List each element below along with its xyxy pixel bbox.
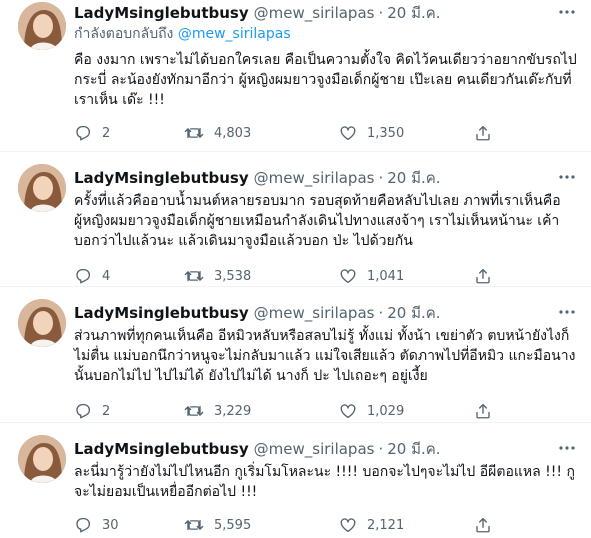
reply-button[interactable]: 2 — [74, 122, 110, 144]
avatar[interactable] — [18, 435, 66, 483]
retweet-count: 4,803 — [214, 125, 252, 141]
share-button[interactable] — [474, 265, 502, 287]
tweet-date[interactable]: 20 มี.ค. — [387, 437, 440, 461]
avatar[interactable] — [18, 299, 66, 347]
separator-dot: · — [378, 4, 384, 22]
reply-icon — [76, 125, 91, 141]
tweet-text: ละนี่มารู้ว่ายังไม่ไปไหนอีก กูเริ่มโมโหล… — [74, 464, 575, 500]
display-name[interactable]: LadyMsinglebutbusy — [74, 4, 249, 22]
retweet-count: 3,538 — [214, 268, 252, 284]
tweet-header: LadyMsinglebutbusy @mew_sirilapas · 20 ม… — [74, 438, 581, 460]
reply-count: 4 — [102, 268, 111, 284]
tweet-header: LadyMsinglebutbusy @mew_sirilapas · 20 ม… — [74, 2, 581, 24]
retweet-button[interactable]: 3,229 — [184, 400, 251, 422]
reply-count: 2 — [102, 403, 111, 419]
share-button[interactable] — [474, 400, 502, 422]
retweet-button[interactable]: 4,803 — [184, 122, 251, 144]
retweet-icon — [184, 127, 204, 139]
user-handle[interactable]: @mew_sirilapas — [254, 169, 375, 187]
separator-dot: · — [378, 304, 384, 322]
retweet-icon — [184, 270, 204, 282]
like-count: 1,350 — [367, 125, 405, 141]
tweet-actions: 4 3,538 1,041 — [74, 265, 581, 287]
user-handle[interactable]: @mew_sirilapas — [254, 440, 375, 458]
heart-icon — [340, 518, 356, 533]
reply-icon — [76, 268, 91, 284]
reply-button[interactable]: 30 — [74, 514, 119, 536]
tweet-date[interactable]: 20 มี.ค. — [387, 301, 440, 325]
tweet-date[interactable]: 20 มี.ค. — [387, 166, 440, 190]
like-count: 1,029 — [367, 403, 405, 419]
separator-dot: · — [378, 169, 384, 187]
reply-count: 2 — [102, 125, 111, 141]
replying-to-handle[interactable]: @mew_sirilapas — [178, 26, 291, 42]
tweet[interactable]: LadyMsinglebutbusy @mew_sirilapas · 20 ม… — [0, 0, 591, 152]
retweet-icon — [184, 405, 204, 417]
reply-count: 30 — [102, 517, 119, 533]
user-handle[interactable]: @mew_sirilapas — [254, 304, 375, 322]
heart-icon — [340, 404, 356, 419]
tweet-header: LadyMsinglebutbusy @mew_sirilapas · 20 ม… — [74, 167, 581, 189]
tweet-header: LadyMsinglebutbusy @mew_sirilapas · 20 ม… — [74, 302, 581, 324]
reply-button[interactable]: 4 — [74, 265, 110, 287]
more-horizontal-icon[interactable] — [557, 2, 577, 22]
share-icon — [476, 268, 490, 284]
tweet-thread: LadyMsinglebutbusy @mew_sirilapas · 20 ม… — [0, 0, 591, 538]
like-button[interactable]: 1,350 — [339, 122, 404, 144]
heart-icon — [340, 269, 356, 284]
tweet-text: คือ งงมาก เพราะไม่ได้บอกใครเลย คือเป็นคว… — [74, 52, 577, 108]
tweet-text: ส่วนภาพที่ทุกคนเห็นคือ อีหมิวหลับหรือสลบ… — [74, 328, 576, 384]
more-horizontal-icon[interactable] — [557, 438, 577, 458]
more-horizontal-icon[interactable] — [557, 302, 577, 322]
like-count: 1,041 — [367, 268, 405, 284]
tweet-actions: 30 5,595 2,121 — [74, 514, 581, 536]
tweet-actions: 2 4,803 1,350 — [74, 122, 581, 144]
retweet-count: 3,229 — [214, 403, 252, 419]
tweet-date[interactable]: 20 มี.ค. — [387, 1, 440, 25]
retweet-button[interactable]: 3,538 — [184, 265, 251, 287]
tweet[interactable]: LadyMsinglebutbusy @mew_sirilapas · 20 ม… — [0, 152, 591, 287]
reply-icon — [76, 517, 91, 533]
like-button[interactable]: 1,041 — [339, 265, 404, 287]
like-button[interactable]: 1,029 — [339, 400, 404, 422]
replying-to-label: กำลังตอบกลับถึง — [74, 26, 174, 42]
share-icon — [476, 517, 490, 533]
tweet[interactable]: LadyMsinglebutbusy @mew_sirilapas · 20 ม… — [0, 423, 591, 538]
heart-icon — [340, 126, 356, 141]
user-handle[interactable]: @mew_sirilapas — [254, 4, 375, 22]
share-icon — [476, 403, 490, 419]
tweet[interactable]: LadyMsinglebutbusy @mew_sirilapas · 20 ม… — [0, 287, 591, 423]
retweet-icon — [184, 519, 204, 531]
replying-to: กำลังตอบกลับถึง @mew_sirilapas — [74, 24, 581, 44]
retweet-count: 5,595 — [214, 517, 252, 533]
like-count: 2,121 — [367, 517, 405, 533]
retweet-button[interactable]: 5,595 — [184, 514, 251, 536]
share-icon — [476, 125, 490, 141]
display-name[interactable]: LadyMsinglebutbusy — [74, 304, 249, 322]
like-button[interactable]: 2,121 — [339, 514, 404, 536]
tweet-text: ครั้งที่แล้วคืออาบน้ำมนต์หลายรอบมาก รอบส… — [74, 193, 561, 249]
avatar[interactable] — [18, 164, 66, 212]
share-button[interactable] — [474, 122, 502, 144]
share-button[interactable] — [474, 514, 502, 536]
avatar[interactable] — [18, 2, 66, 50]
separator-dot: · — [378, 440, 384, 458]
reply-button[interactable]: 2 — [74, 400, 110, 422]
more-horizontal-icon[interactable] — [557, 167, 577, 187]
display-name[interactable]: LadyMsinglebutbusy — [74, 440, 249, 458]
reply-icon — [76, 403, 91, 419]
display-name[interactable]: LadyMsinglebutbusy — [74, 169, 249, 187]
tweet-actions: 2 3,229 1,029 — [74, 400, 581, 422]
